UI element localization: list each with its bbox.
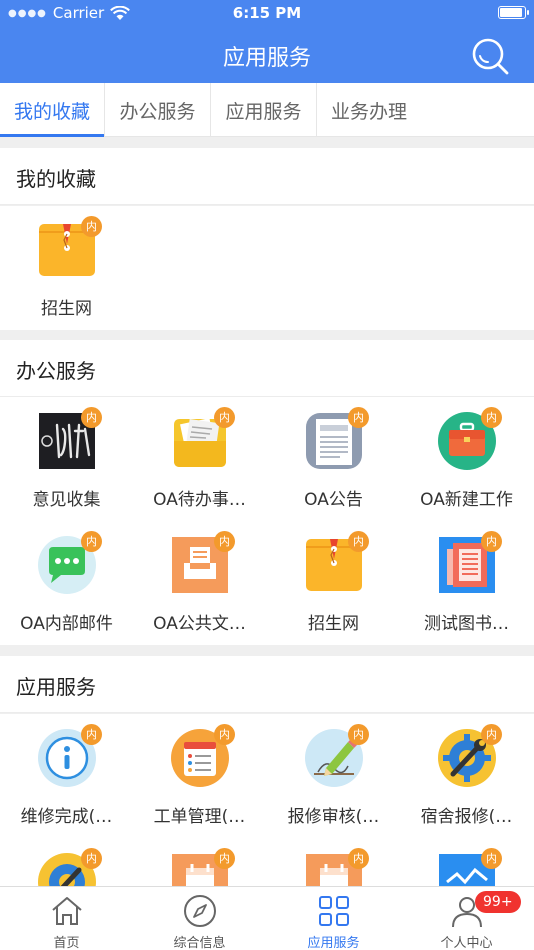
internal-badge: 内 (81, 724, 102, 745)
app-item[interactable]: 内 OA公告 (267, 397, 400, 521)
app-label: OA公告 (304, 490, 363, 510)
app-item[interactable]: 内 招生网 (267, 521, 400, 645)
app-item[interactable]: 内 工单管理(… (133, 714, 266, 838)
internal-badge: 内 (214, 848, 235, 869)
internal-badge: 内 (81, 216, 102, 237)
office-grid: 内 意见收集 内 OA待办事… 内 OA公告 内 OA新建工作 内 OA内部邮件… (0, 397, 534, 645)
app-label: 宿舍报修(… (420, 807, 513, 827)
internal-badge: 内 (481, 848, 502, 869)
app-label: 招生网 (308, 614, 359, 634)
nav-bar: 应用服务 (0, 26, 534, 83)
app-item[interactable]: 内 (133, 838, 266, 886)
section-header-favorites: 我的收藏 (0, 148, 534, 205)
tabbar-label: 个人中心 (440, 936, 493, 950)
app-label: 报修审核(… (287, 807, 380, 827)
section-header-office: 办公服务 (0, 340, 534, 397)
app-item[interactable]: 内 测试图书… (400, 521, 533, 645)
app-label: 维修完成(… (20, 807, 113, 827)
apps-grid: 内 维修完成(… 内 工单管理(… 内 报修审核(… 内 宿舍报修(… 内 内 … (0, 714, 534, 886)
app-label: 测试图书… (424, 614, 509, 634)
app-label: OA内部邮件 (20, 614, 113, 634)
internal-badge: 内 (481, 724, 502, 745)
app-item[interactable]: 内 宿舍报修(… (400, 714, 533, 838)
app-label: 意见收集 (32, 490, 101, 510)
app-item[interactable]: 内 (0, 838, 133, 886)
page-title: 应用服务 (222, 46, 311, 71)
app-label: 招生网 (41, 299, 92, 319)
internal-badge: 内 (214, 531, 235, 552)
internal-badge: 内 (348, 407, 369, 428)
app-label: 工单管理(… (153, 807, 246, 827)
tabbar-label: 首页 (53, 936, 80, 950)
tabbar-label: 应用服务 (307, 936, 360, 950)
internal-badge: 内 (81, 848, 102, 869)
tabbar-info[interactable]: 综合信息 (133, 887, 266, 950)
tabbar-app-services[interactable]: 应用服务 (267, 887, 400, 950)
status-bar: ●●●● Carrier 6:15 PM (0, 0, 534, 26)
home-icon (52, 897, 82, 925)
section-header-apps: 应用服务 (0, 656, 534, 713)
section-title: 应用服务 (16, 675, 96, 699)
internal-badge: 内 (481, 531, 502, 552)
app-item[interactable]: 内 报修审核(… (267, 714, 400, 838)
app-item[interactable]: 内 招生网 (0, 206, 133, 330)
grid-icon (319, 896, 349, 926)
app-item[interactable]: 内 OA待办事… (133, 397, 266, 521)
tab-office-services[interactable]: 办公服务 (105, 83, 211, 137)
app-item[interactable]: 内 维修完成(… (0, 714, 133, 838)
tabbar-profile[interactable]: 99+ 个人中心 (400, 887, 533, 950)
app-item[interactable]: 内 OA公共文… (133, 521, 266, 645)
internal-badge: 内 (481, 407, 502, 428)
app-item[interactable]: 内 (267, 838, 400, 886)
app-item[interactable]: 内 OA内部邮件 (0, 521, 133, 645)
notification-count-badge: 99+ (475, 891, 521, 913)
internal-badge: 内 (214, 724, 235, 745)
app-label: OA待办事… (153, 490, 246, 510)
internal-badge: 内 (348, 724, 369, 745)
internal-badge: 内 (81, 407, 102, 428)
app-label: OA新建工作 (420, 490, 513, 510)
app-item[interactable]: 内 OA新建工作 (400, 397, 533, 521)
search-icon[interactable] (470, 36, 510, 76)
tabbar-label: 综合信息 (173, 936, 226, 950)
internal-badge: 内 (81, 531, 102, 552)
tab-app-services[interactable]: 应用服务 (211, 83, 317, 137)
app-item[interactable]: 内 (400, 838, 533, 886)
internal-badge: 内 (214, 407, 235, 428)
tab-business[interactable]: 业务办理 (317, 83, 534, 137)
app-label: OA公共文… (153, 614, 246, 634)
compass-icon (184, 895, 216, 927)
section-title: 办公服务 (16, 359, 96, 383)
bottom-tab-bar: 首页 综合信息 应用服务 99+ 个人中心 (0, 886, 534, 950)
clock: 6:15 PM (232, 4, 302, 22)
section-title: 我的收藏 (16, 167, 96, 191)
favorites-grid: 内 招生网 (0, 206, 534, 330)
category-tabs: 我的收藏 办公服务 应用服务 业务办理 (0, 83, 534, 137)
battery-icon (498, 6, 529, 19)
internal-badge: 内 (348, 531, 369, 552)
internal-badge: 内 (348, 848, 369, 869)
app-item[interactable]: 内 意见收集 (0, 397, 133, 521)
tab-favorites[interactable]: 我的收藏 (0, 83, 105, 137)
tabbar-home[interactable]: 首页 (0, 887, 133, 950)
